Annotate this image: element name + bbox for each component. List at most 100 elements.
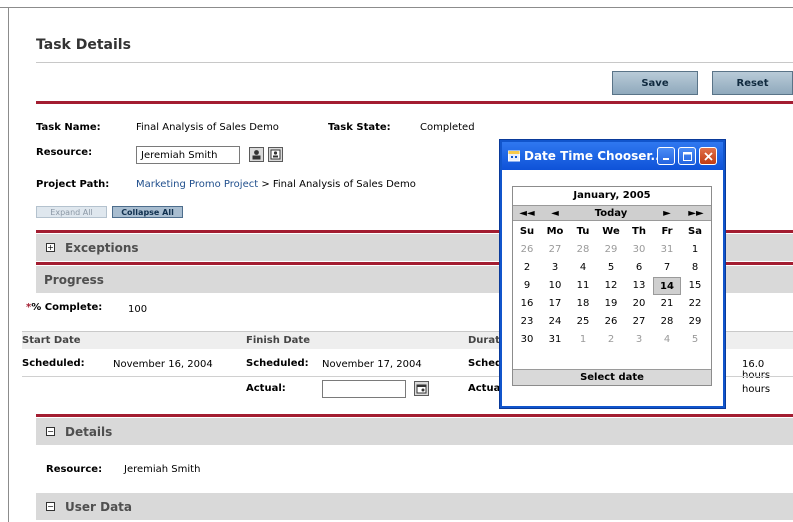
project-path-tail: > Final Analysis of Sales Demo <box>258 179 416 190</box>
calendar-day[interactable]: 1 <box>569 331 597 349</box>
calendar-day[interactable]: 19 <box>597 295 625 313</box>
calendar-day[interactable]: 28 <box>653 313 681 331</box>
user-data-section-header[interactable]: − User Data <box>36 493 793 520</box>
effort-actual-value: hours <box>742 384 771 395</box>
calendar-day[interactable]: 26 <box>513 241 541 259</box>
resource-list-icon[interactable] <box>268 147 283 162</box>
calendar-day[interactable]: 26 <box>597 313 625 331</box>
start-scheduled-value: November 16, 2004 <box>113 359 213 370</box>
prev-month-button[interactable]: ◄ <box>541 206 569 221</box>
dow-sunday: Su <box>519 226 535 237</box>
duration-scheduled-label: Sched <box>468 358 503 369</box>
calendar-day[interactable]: 4 <box>569 259 597 277</box>
dow-monday: Mo <box>546 226 564 237</box>
popup-title: Date Time Chooser... <box>524 149 665 163</box>
user-data-section-title: User Data <box>65 499 133 514</box>
calendar-day[interactable]: 23 <box>513 313 541 331</box>
finish-actual-input[interactable] <box>322 380 406 398</box>
calendar-day[interactable]: 31 <box>653 241 681 259</box>
calendar-day[interactable]: 5 <box>681 331 709 349</box>
calendar-day[interactable]: 16 <box>513 295 541 313</box>
calendar-day[interactable]: 13 <box>625 277 653 295</box>
effort-scheduled-value: 16.0 hours <box>742 359 770 381</box>
calendar-day[interactable]: 6 <box>625 259 653 277</box>
details-resource-value: Jeremiah Smith <box>124 464 201 475</box>
window-app-icon <box>508 150 520 162</box>
progress-section-title: Progress <box>44 272 104 287</box>
finish-actual-label: Actual: <box>246 383 286 394</box>
calendar-day[interactable]: 27 <box>625 313 653 331</box>
minimize-icon[interactable] <box>657 147 675 165</box>
collapse-all-button[interactable]: Collapse All <box>112 206 183 218</box>
calendar-day[interactable]: 3 <box>625 331 653 349</box>
finish-scheduled-value: November 17, 2004 <box>322 359 422 370</box>
calendar-day-selected[interactable]: 14 <box>653 277 681 295</box>
details-section-header[interactable]: − Details <box>36 418 793 445</box>
next-month-button[interactable]: ► <box>653 206 681 221</box>
calendar-day[interactable]: 20 <box>625 295 653 313</box>
calendar-day[interactable]: 9 <box>513 277 541 295</box>
exceptions-section-title: Exceptions <box>65 240 139 255</box>
collapse-icon: − <box>46 502 55 511</box>
calendar-day[interactable]: 7 <box>653 259 681 277</box>
calendar-day[interactable]: 22 <box>681 295 709 313</box>
calendar-day[interactable]: 4 <box>653 331 681 349</box>
title-divider <box>36 62 793 63</box>
calendar-day[interactable]: 21 <box>653 295 681 313</box>
details-resource-label: Resource: <box>46 464 103 475</box>
calendar-day[interactable]: 17 <box>541 295 569 313</box>
save-button[interactable]: Save <box>612 71 698 95</box>
calendar-day[interactable]: 25 <box>569 313 597 331</box>
reset-button[interactable]: Reset <box>712 71 793 95</box>
calendar-day[interactable]: 29 <box>681 313 709 331</box>
calendar-day[interactable]: 1 <box>681 241 709 259</box>
calendar-day[interactable]: 2 <box>597 331 625 349</box>
start-scheduled-label: Scheduled: <box>22 358 85 369</box>
details-section-title: Details <box>65 424 113 439</box>
calendar-icon[interactable] <box>414 381 429 396</box>
calendar-nav-bar: ◄◄ ◄ Today ► ►► <box>513 205 711 221</box>
task-name-label: Task Name: <box>36 122 101 133</box>
popup-titlebar[interactable]: Date Time Chooser... <box>502 142 723 170</box>
calendar-month-label: January, 2005 <box>573 190 651 201</box>
calendar-day[interactable]: 12 <box>597 277 625 295</box>
percent-complete-text: % Complete: <box>31 302 103 313</box>
task-state-label: Task State: <box>328 122 391 133</box>
project-path: Marketing Promo Project > Final Analysis… <box>136 179 416 190</box>
project-path-label: Project Path: <box>36 179 110 190</box>
calendar-day[interactable]: 18 <box>569 295 597 313</box>
calendar-day[interactable]: 28 <box>569 241 597 259</box>
expand-icon: + <box>46 243 55 252</box>
calendar-day[interactable]: 31 <box>541 331 569 349</box>
calendar-day[interactable]: 8 <box>681 259 709 277</box>
calendar-day[interactable]: 24 <box>541 313 569 331</box>
calendar-day[interactable]: 11 <box>569 277 597 295</box>
section-divider-details <box>36 414 793 417</box>
resource-input[interactable]: Jeremiah Smith <box>136 146 240 164</box>
today-button[interactable]: Today <box>569 206 653 221</box>
dow-saturday: Sa <box>688 226 702 237</box>
calendar-day[interactable]: 30 <box>625 241 653 259</box>
calendar-day[interactable]: 5 <box>597 259 625 277</box>
maximize-icon[interactable] <box>678 147 696 165</box>
finish-date-header: Finish Date <box>246 335 310 346</box>
project-link[interactable]: Marketing Promo Project <box>136 179 258 190</box>
calendar-day[interactable]: 3 <box>541 259 569 277</box>
task-name-value: Final Analysis of Sales Demo <box>136 122 279 133</box>
window-frame-left <box>8 8 9 522</box>
calendar-day[interactable]: 2 <box>513 259 541 277</box>
percent-complete-label: *% Complete: <box>26 302 102 313</box>
select-date-button[interactable]: Select date <box>513 369 711 385</box>
calendar-day[interactable]: 27 <box>541 241 569 259</box>
calendar-day[interactable]: 29 <box>597 241 625 259</box>
prev-year-button[interactable]: ◄◄ <box>513 206 541 221</box>
collapse-icon: − <box>46 427 55 436</box>
calendar-day[interactable]: 10 <box>541 277 569 295</box>
dow-thursday: Th <box>632 226 646 237</box>
expand-all-button[interactable]: Expand All <box>36 206 107 218</box>
user-lookup-icon[interactable] <box>249 147 264 162</box>
close-icon[interactable] <box>699 147 717 165</box>
next-year-button[interactable]: ►► <box>681 206 711 221</box>
calendar-day[interactable]: 30 <box>513 331 541 349</box>
calendar-day[interactable]: 15 <box>681 277 709 295</box>
